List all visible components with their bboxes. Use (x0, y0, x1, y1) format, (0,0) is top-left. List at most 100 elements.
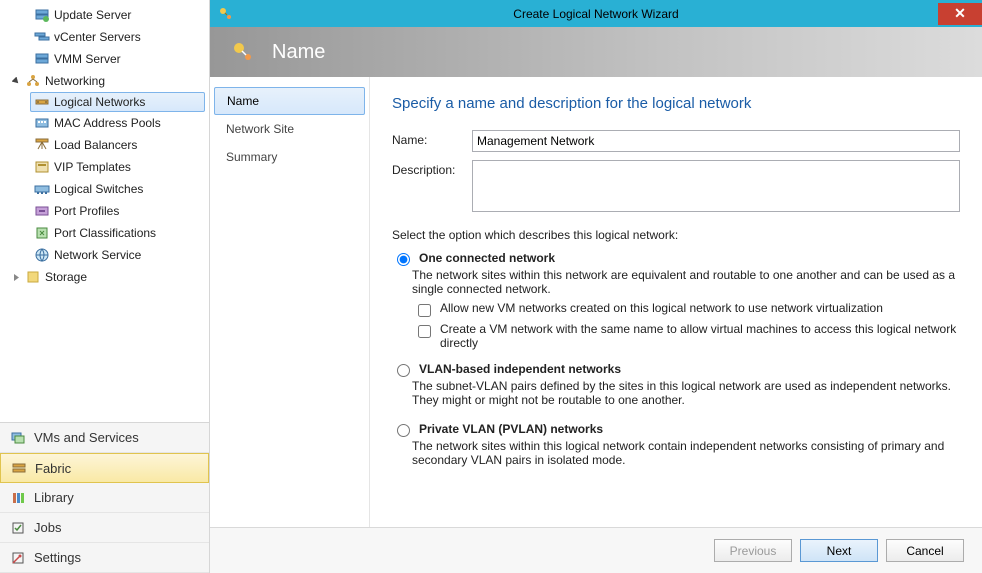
wizard-title-icon (216, 4, 236, 24)
option-one-connected: One connected network The network sites … (392, 250, 960, 351)
wizard-step-list: Name Network Site Summary (210, 77, 370, 527)
option-intro: Select the option which describes this l… (392, 228, 960, 242)
tree-item-label: Networking (45, 74, 105, 88)
storage-icon (25, 269, 41, 285)
step-label: Name (227, 94, 259, 108)
server-icon (34, 51, 50, 67)
option-vlan: VLAN-based independent networks The subn… (392, 361, 960, 411)
name-input[interactable] (472, 130, 960, 152)
workspace-nav: VMs and Services Fabric Library Jobs Set… (0, 422, 209, 573)
wizard-step-summary[interactable]: Summary (210, 143, 369, 171)
tree-item-logical-switches[interactable]: Logical Switches (0, 178, 209, 200)
previous-button[interactable]: Previous (714, 539, 792, 562)
library-icon (10, 490, 26, 506)
checkbox-allow-virtualization[interactable] (418, 304, 431, 317)
tree-item-label: Network Service (54, 248, 141, 262)
radio-one-connected-label[interactable]: One connected network (419, 251, 555, 265)
settings-icon (10, 550, 26, 566)
nav-vms-and-services[interactable]: VMs and Services (0, 423, 209, 453)
networking-icon (25, 73, 41, 89)
nav-settings[interactable]: Settings (0, 543, 209, 573)
tree-item-networking[interactable]: Networking (0, 70, 209, 92)
step-label: Network Site (226, 122, 294, 136)
description-label: Description: (392, 160, 472, 177)
option-one-desc: The network sites within this network ar… (412, 268, 960, 296)
wizard-step-content: Specify a name and description for the l… (370, 77, 982, 527)
tree-item-logical-networks[interactable]: Logical Networks (30, 92, 205, 112)
wizard-step-name[interactable]: Name (214, 87, 365, 115)
logical-network-icon (34, 94, 50, 110)
radio-vlan[interactable] (397, 364, 410, 377)
vip-template-icon (34, 159, 50, 175)
checkbox-create-vm-network[interactable] (418, 325, 431, 338)
next-button[interactable]: Next (800, 539, 878, 562)
checkbox-create-vm-network-label[interactable]: Create a VM network with the same name t… (440, 322, 960, 350)
wizard-titlebar[interactable]: Create Logical Network Wizard ✕ (210, 0, 982, 27)
nav-label: Settings (34, 550, 81, 565)
radio-pvlan-label[interactable]: Private VLAN (PVLAN) networks (419, 422, 603, 436)
radio-one-connected[interactable] (397, 253, 410, 266)
tree-item-label: Update Server (54, 8, 131, 22)
tree-item-vmm-server[interactable]: VMM Server (0, 48, 209, 70)
nav-fabric[interactable]: Fabric (0, 453, 209, 483)
server-refresh-icon (34, 7, 50, 23)
jobs-icon (10, 520, 26, 536)
tree-item-storage[interactable]: Storage (0, 266, 209, 288)
nav-label: Jobs (34, 520, 61, 535)
app-nav-pane: Update Server vCenter Servers VMM Server… (0, 0, 210, 573)
nav-label: VMs and Services (34, 430, 139, 445)
option-pvlan-desc: The network sites within this logical ne… (412, 439, 960, 467)
wizard-banner-title: Name (272, 41, 325, 64)
checkbox-allow-virtualization-label[interactable]: Allow new VM networks created on this lo… (440, 301, 883, 315)
expand-arrow-icon[interactable] (12, 77, 21, 86)
logical-switch-icon (34, 181, 50, 197)
tree-item-port-profiles[interactable]: Port Profiles (0, 200, 209, 222)
tree-item-label: Storage (45, 270, 87, 284)
tree-item-port-classifications[interactable]: Port Classifications (0, 222, 209, 244)
mac-pool-icon (34, 115, 50, 131)
radio-vlan-label[interactable]: VLAN-based independent networks (419, 362, 621, 376)
wizard-footer: Previous Next Cancel (210, 527, 982, 573)
description-input[interactable] (472, 160, 960, 212)
expand-arrow-icon[interactable] (12, 273, 21, 282)
tree-item-vcenter-servers[interactable]: vCenter Servers (0, 26, 209, 48)
tree-item-label: VMM Server (54, 52, 121, 66)
tree-item-label: Load Balancers (54, 138, 137, 152)
close-button[interactable]: ✕ (938, 3, 982, 25)
wizard-banner-icon (230, 39, 256, 65)
wizard-title: Create Logical Network Wizard (210, 7, 982, 21)
wizard-banner: Name (210, 27, 982, 77)
name-row: Name: (392, 130, 960, 152)
tree-item-mac-address-pools[interactable]: MAC Address Pools (0, 112, 209, 134)
tree-item-label: vCenter Servers (54, 30, 141, 44)
nav-jobs[interactable]: Jobs (0, 513, 209, 543)
fabric-tree: Update Server vCenter Servers VMM Server… (0, 0, 209, 422)
wizard-step-network-site[interactable]: Network Site (210, 115, 369, 143)
close-icon: ✕ (954, 5, 966, 22)
fabric-icon (11, 460, 27, 476)
servers-icon (34, 29, 50, 45)
tree-item-update-server[interactable]: Update Server (0, 4, 209, 26)
radio-pvlan[interactable] (397, 424, 410, 437)
network-service-icon (34, 247, 50, 263)
option-pvlan: Private VLAN (PVLAN) networks The networ… (392, 421, 960, 471)
cancel-button[interactable]: Cancel (886, 539, 964, 562)
port-profile-icon (34, 203, 50, 219)
tree-item-label: MAC Address Pools (54, 116, 161, 130)
tree-item-label: Logical Networks (54, 95, 145, 109)
tree-item-load-balancers[interactable]: Load Balancers (0, 134, 209, 156)
nav-label: Fabric (35, 461, 71, 476)
name-label: Name: (392, 130, 472, 147)
tree-item-network-service[interactable]: Network Service (0, 244, 209, 266)
tree-item-label: VIP Templates (54, 160, 131, 174)
tree-item-vip-templates[interactable]: VIP Templates (0, 156, 209, 178)
nav-library[interactable]: Library (0, 483, 209, 513)
port-class-icon (34, 225, 50, 241)
description-row: Description: (392, 160, 960, 212)
step-heading: Specify a name and description for the l… (392, 95, 960, 112)
vm-services-icon (10, 430, 26, 446)
load-balancer-icon (34, 137, 50, 153)
step-label: Summary (226, 150, 277, 164)
wizard-body: Name Network Site Summary Specify a name… (210, 77, 982, 527)
tree-item-label: Logical Switches (54, 182, 143, 196)
